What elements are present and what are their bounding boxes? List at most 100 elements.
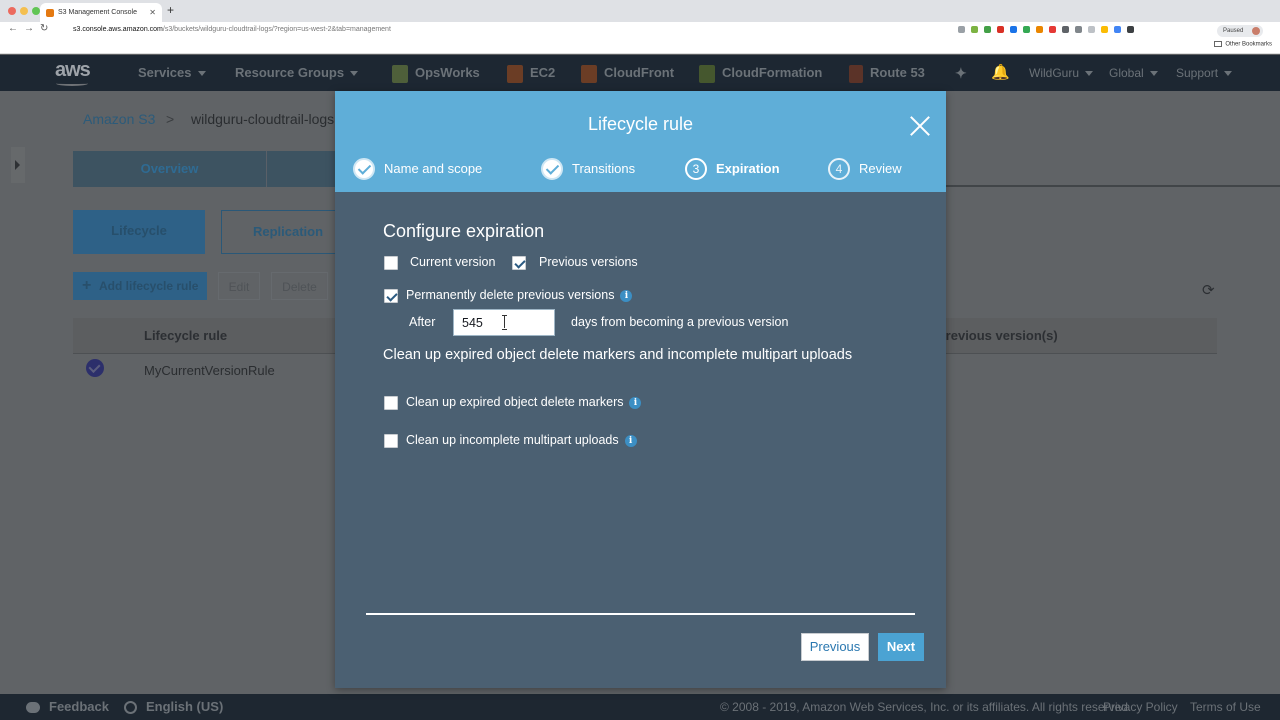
- extension-icon[interactable]: [1088, 26, 1095, 33]
- other-bookmarks[interactable]: Other Bookmarks: [1214, 41, 1272, 48]
- ec2-shortcut[interactable]: EC2: [507, 55, 555, 91]
- ec2-icon: [507, 64, 523, 83]
- cloudfront-shortcut[interactable]: CloudFront: [581, 55, 674, 91]
- extension-icon[interactable]: [1127, 26, 1134, 33]
- sidebar-expand-icon[interactable]: [11, 147, 25, 183]
- extension-icon[interactable]: [1101, 26, 1108, 33]
- close-window-dot[interactable]: [8, 7, 16, 15]
- step-complete-check-icon: [541, 158, 563, 180]
- step-expiration[interactable]: 3 Expiration: [685, 158, 780, 180]
- aws-smile-icon: [56, 81, 88, 86]
- previous-versions-checkbox[interactable]: [512, 256, 526, 270]
- cleanup-markers-label: Clean up expired object delete markers: [406, 395, 624, 409]
- extension-icon[interactable]: [984, 26, 991, 33]
- extension-icon[interactable]: [958, 26, 965, 33]
- bell-icon[interactable]: 🔔: [991, 55, 1010, 91]
- aws-logo[interactable]: aws: [55, 59, 91, 82]
- region-menu[interactable]: Global: [1109, 55, 1158, 91]
- cloudformation-shortcut[interactable]: CloudFormation: [699, 55, 822, 91]
- column-lifecycle-rule: Lifecycle rule: [144, 328, 228, 343]
- services-menu[interactable]: Services: [138, 55, 206, 91]
- cloudformation-label: CloudFormation: [722, 65, 823, 80]
- aws-footer: Feedback English (US) © 2008 - 2019, Ama…: [0, 694, 1280, 720]
- language-selector[interactable]: English (US): [124, 694, 223, 720]
- step-name-and-scope[interactable]: Name and scope: [353, 158, 482, 180]
- language-label: English (US): [146, 699, 224, 714]
- edit-button[interactable]: Edit: [218, 272, 260, 300]
- privacy-policy-link[interactable]: Privacy Policy: [1103, 694, 1178, 720]
- permanently-delete-label: Permanently delete previous versions: [406, 288, 615, 302]
- next-button[interactable]: Next: [878, 633, 924, 661]
- current-version-checkbox[interactable]: [384, 256, 398, 270]
- feedback-link[interactable]: Feedback: [26, 694, 109, 720]
- row-selected-check-icon[interactable]: [86, 359, 104, 377]
- step-transitions[interactable]: Transitions: [541, 158, 635, 180]
- profile-avatar: [1252, 27, 1261, 35]
- url-path: /s3/buckets/wildguru-cloudtrail-logs/?re…: [162, 26, 391, 33]
- browser-tab[interactable]: S3 Management Console ✕: [40, 3, 162, 22]
- new-tab-icon[interactable]: +: [167, 3, 174, 17]
- extension-icon[interactable]: [1010, 26, 1017, 33]
- add-lifecycle-rule-button[interactable]: + Add lifecycle rule: [73, 272, 207, 300]
- info-icon[interactable]: i: [624, 434, 637, 447]
- breadcrumb-bucket: wildguru-cloudtrail-logs: [191, 111, 335, 127]
- route53-label: Route 53: [870, 65, 925, 80]
- url-domain: s3.console.aws.amazon.com: [73, 26, 163, 33]
- tab-overview[interactable]: Overview: [73, 151, 266, 187]
- extension-icon[interactable]: [1049, 26, 1056, 33]
- chevron-down-icon: [1085, 71, 1094, 77]
- pill-lifecycle[interactable]: Lifecycle: [73, 210, 205, 254]
- cleanup-markers-row: Clean up expired object delete markers i: [406, 395, 642, 409]
- text-cursor-icon: [502, 315, 508, 330]
- cleanup-multipart-checkbox[interactable]: [384, 434, 398, 448]
- account-label: WildGuru: [1029, 66, 1080, 80]
- back-arrow-icon[interactable]: ←: [8, 23, 18, 34]
- browser-toolbar: ← → ↻ s3.console.aws.amazon.com/s3/bucke…: [0, 22, 1280, 39]
- info-icon[interactable]: i: [620, 289, 633, 302]
- modal-divider: [366, 613, 915, 615]
- extension-icon[interactable]: [1114, 26, 1121, 33]
- close-tab-icon[interactable]: ✕: [149, 3, 156, 22]
- cleanup-heading: Clean up expired object delete markers a…: [383, 347, 853, 363]
- route53-shortcut[interactable]: Route 53: [849, 55, 925, 91]
- lifecycle-rule-modal: Lifecycle rule Name and scope Transition…: [335, 91, 946, 688]
- chevron-down-icon: [350, 71, 359, 77]
- minimize-window-dot[interactable]: [20, 7, 28, 15]
- configure-expiration-heading: Configure expiration: [383, 221, 545, 241]
- cleanup-markers-checkbox[interactable]: [384, 396, 398, 410]
- chevron-down-icon: [1224, 71, 1233, 77]
- maximize-window-dot[interactable]: [32, 7, 40, 15]
- pin-icon[interactable]: ✦: [955, 55, 967, 91]
- current-version-label: Current version: [410, 255, 496, 269]
- resource-groups-menu[interactable]: Resource Groups: [235, 55, 359, 91]
- previous-button[interactable]: Previous: [801, 633, 869, 661]
- info-icon[interactable]: i: [629, 396, 642, 409]
- extension-icon[interactable]: [971, 26, 978, 33]
- chevron-down-icon: [1149, 71, 1158, 77]
- breadcrumb-amazon-s3[interactable]: Amazon S3: [83, 111, 155, 127]
- profile-paused-button[interactable]: Paused: [1217, 25, 1264, 37]
- column-previous-versions: Previous version(s): [937, 328, 1058, 343]
- extension-icon[interactable]: [1023, 26, 1030, 33]
- forward-arrow-icon[interactable]: →: [24, 23, 34, 34]
- extension-icon[interactable]: [1036, 26, 1043, 33]
- extension-icon[interactable]: [1062, 26, 1069, 33]
- add-lifecycle-rule-label: Add lifecycle rule: [99, 279, 199, 293]
- terms-of-use-link[interactable]: Terms of Use: [1190, 694, 1261, 720]
- extension-icon[interactable]: [997, 26, 1004, 33]
- other-bookmarks-label: Other Bookmarks: [1225, 41, 1272, 48]
- refresh-icon[interactable]: ⟳: [1202, 281, 1215, 299]
- opsworks-shortcut[interactable]: OpsWorks: [392, 55, 480, 91]
- reload-icon[interactable]: ↻: [40, 23, 48, 34]
- step-review[interactable]: 4 Review: [828, 158, 902, 180]
- cleanup-multipart-row: Clean up incomplete multipart uploads i: [406, 433, 637, 447]
- rule-name-cell: MyCurrentVersionRule: [144, 363, 275, 378]
- account-menu[interactable]: WildGuru: [1029, 55, 1094, 91]
- support-menu[interactable]: Support: [1176, 55, 1233, 91]
- delete-button[interactable]: Delete: [271, 272, 328, 300]
- extension-icon[interactable]: [1075, 26, 1082, 33]
- close-icon[interactable]: [909, 115, 931, 137]
- aws-favicon-icon: [46, 9, 54, 17]
- modal-header: Lifecycle rule Name and scope Transition…: [335, 91, 946, 192]
- permanently-delete-checkbox[interactable]: [384, 289, 398, 303]
